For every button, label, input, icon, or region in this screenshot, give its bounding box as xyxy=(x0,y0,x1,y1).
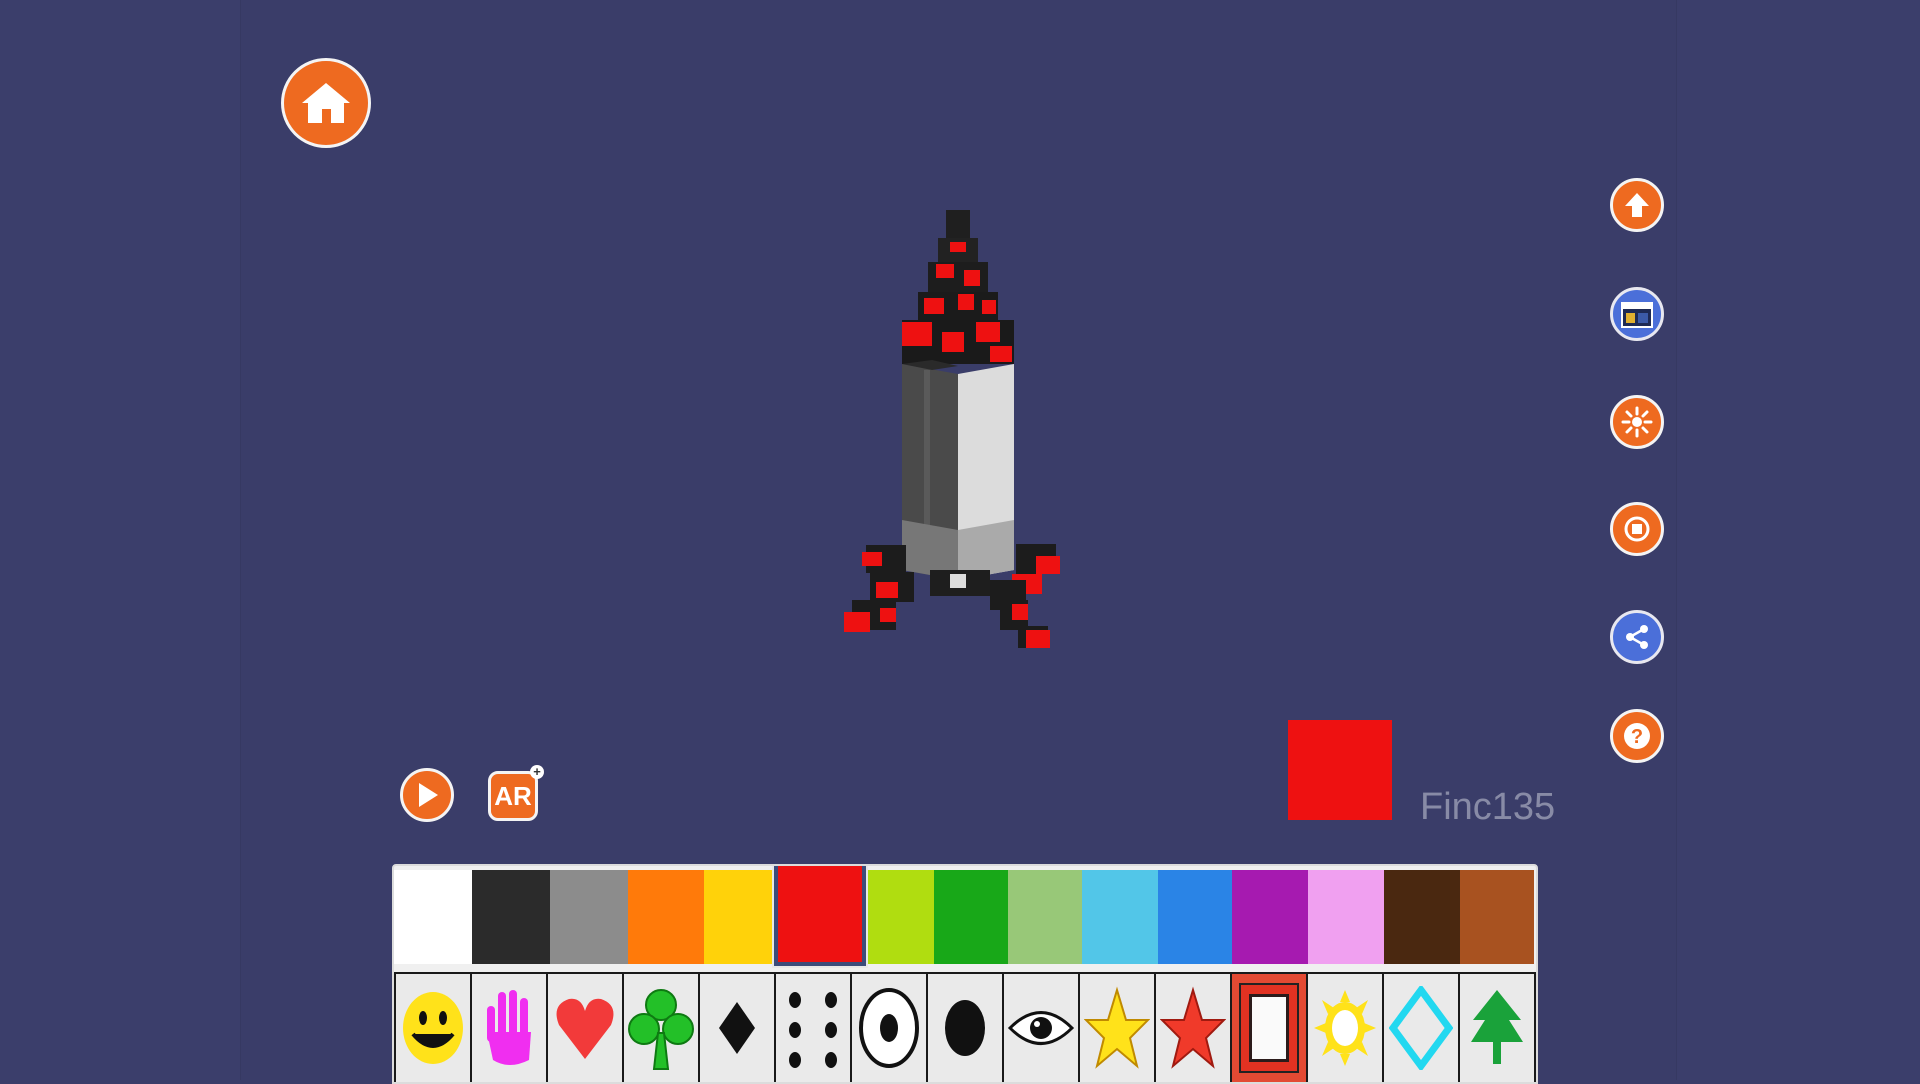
pattern-dots[interactable] xyxy=(776,974,850,1082)
selected-color-swatch xyxy=(1288,720,1392,820)
color-swatch-14[interactable] xyxy=(1384,870,1460,964)
sun-icon xyxy=(1314,990,1376,1066)
pattern-diamond[interactable] xyxy=(700,974,774,1082)
color-swatch-6[interactable] xyxy=(774,866,866,966)
color-swatch-4[interactable] xyxy=(628,870,704,964)
hand-icon xyxy=(487,990,531,1065)
help-icon: ? xyxy=(1624,723,1650,749)
palette-panel xyxy=(392,864,1538,1084)
pattern-star-red[interactable] xyxy=(1156,974,1230,1082)
ar-label: AR xyxy=(494,780,532,811)
color-swatch-15[interactable] xyxy=(1460,870,1534,964)
pattern-row xyxy=(394,972,1536,1082)
library-button[interactable] xyxy=(1610,287,1664,341)
stop-icon xyxy=(1624,516,1650,542)
right-side-panel xyxy=(1676,0,1920,1080)
color-swatch-2[interactable] xyxy=(472,870,550,964)
diamond-outline-icon xyxy=(1389,986,1453,1070)
help-button[interactable]: ? xyxy=(1610,709,1664,763)
upload-button[interactable] xyxy=(1610,178,1664,232)
pattern-ellipse[interactable] xyxy=(928,974,1002,1082)
color-swatch-13[interactable] xyxy=(1308,870,1384,964)
color-swatch-8[interactable] xyxy=(934,870,1008,964)
color-swatch-9[interactable] xyxy=(1008,870,1082,964)
eye-icon xyxy=(1007,1011,1075,1045)
star-red-icon xyxy=(1160,986,1226,1069)
home-button[interactable] xyxy=(281,58,371,148)
color-swatch-10[interactable] xyxy=(1082,870,1158,964)
circle-ring-icon xyxy=(859,988,919,1068)
burst-icon xyxy=(1621,406,1653,438)
color-swatch-3[interactable] xyxy=(550,870,628,964)
pattern-sun[interactable] xyxy=(1308,974,1382,1082)
pattern-eye[interactable] xyxy=(1004,974,1078,1082)
play-icon xyxy=(419,783,438,807)
pattern-ring[interactable] xyxy=(852,974,926,1082)
pattern-smiley[interactable] xyxy=(396,974,470,1082)
pattern-frame[interactable] xyxy=(1232,974,1306,1082)
pattern-club[interactable] xyxy=(624,974,698,1082)
pattern-tree[interactable] xyxy=(1460,974,1534,1082)
tree-icon xyxy=(1471,990,1523,1064)
upload-arrow-icon xyxy=(1625,193,1649,217)
color-swatch-11[interactable] xyxy=(1158,870,1232,964)
pattern-hand[interactable] xyxy=(472,974,546,1082)
pattern-star-yellow[interactable] xyxy=(1080,974,1154,1082)
color-swatch-1[interactable] xyxy=(394,870,472,964)
pattern-diamond-outline[interactable] xyxy=(1384,974,1458,1082)
color-swatch-5[interactable] xyxy=(704,870,774,964)
color-swatch-7[interactable] xyxy=(866,870,934,964)
color-row xyxy=(394,866,1536,968)
left-side-panel xyxy=(0,0,241,1080)
voxel-rocket-model[interactable] xyxy=(840,200,1080,670)
dots-icon xyxy=(789,992,837,1068)
svg-text:?: ? xyxy=(1631,726,1643,748)
stop-button[interactable] xyxy=(1610,502,1664,556)
library-icon xyxy=(1621,302,1653,328)
share-button[interactable] xyxy=(1610,610,1664,664)
play-button[interactable] xyxy=(400,768,454,822)
pattern-heart[interactable] xyxy=(548,974,622,1082)
frame-icon xyxy=(1239,983,1299,1073)
heart-icon xyxy=(556,998,614,1059)
club-icon xyxy=(628,989,694,1070)
ellipse-icon xyxy=(945,1000,985,1056)
user-id-label: Finc135 xyxy=(1420,786,1556,828)
share-icon xyxy=(1626,625,1648,649)
ar-button[interactable]: AR + xyxy=(488,765,544,821)
effects-button[interactable] xyxy=(1610,395,1664,449)
color-swatch-12[interactable] xyxy=(1232,870,1308,964)
home-icon xyxy=(302,83,350,123)
star-yellow-icon xyxy=(1084,986,1150,1069)
ar-plus-badge: + xyxy=(530,765,544,779)
diamond-icon xyxy=(719,1002,755,1054)
smiley-icon xyxy=(403,992,463,1064)
